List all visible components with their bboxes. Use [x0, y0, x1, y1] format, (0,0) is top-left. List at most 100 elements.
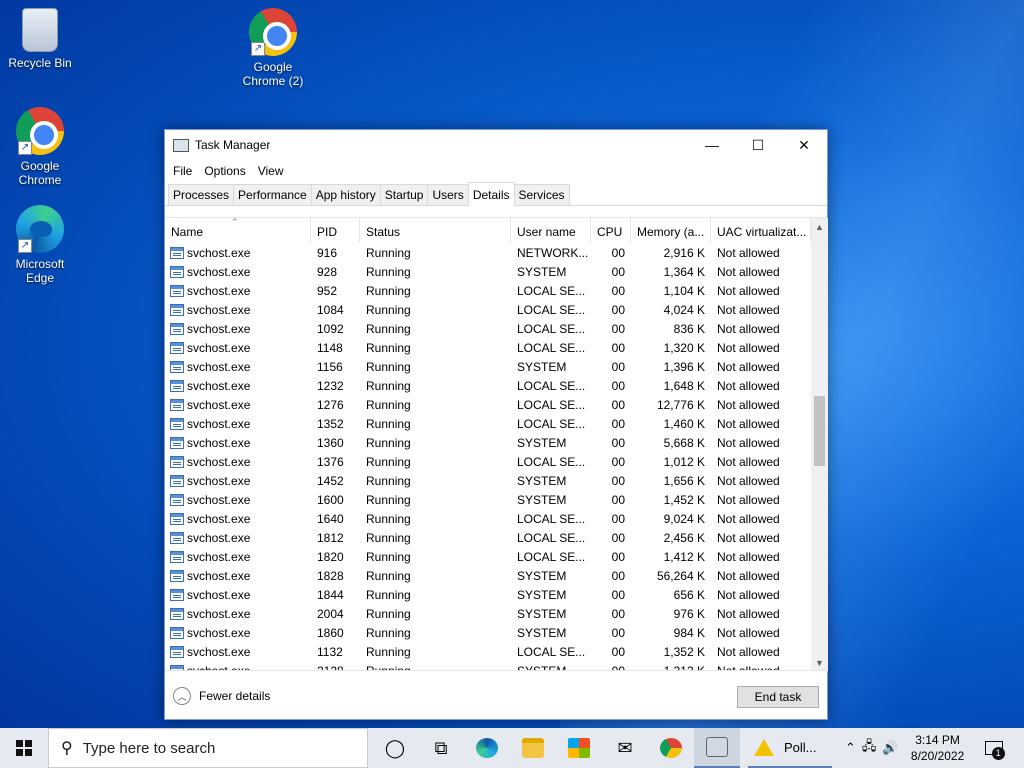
column-header-name[interactable]: ⌃ Name [165, 218, 311, 242]
tab-performance[interactable]: Performance [233, 184, 312, 205]
tab-processes[interactable]: Processes [168, 184, 235, 205]
network-icon[interactable]: 🖧 [859, 737, 880, 759]
desktop-icon-recycle-bin[interactable]: Recycle Bin [2, 8, 78, 70]
table-cell: 1092 [317, 321, 344, 336]
store-icon[interactable] [556, 728, 602, 768]
table-row[interactable]: svchost.exe 1844 Running SYSTEM 00 656 K Not a… [165, 585, 811, 604]
scroll-down-arrow-icon[interactable]: ▼ [811, 654, 828, 671]
table-row[interactable]: svchost.exe 1148 Running LOCAL SE... 00 1,320… [165, 338, 811, 357]
table-cell: Not allowed [717, 378, 780, 393]
end-task-button[interactable]: End task [737, 686, 819, 708]
close-button[interactable]: ✕ [781, 130, 827, 160]
table-cell: 1812 [317, 530, 344, 545]
table-cell: svchost.exe [165, 569, 311, 583]
table-cell: SYSTEM [517, 264, 567, 279]
table-row[interactable]: svchost.exe 952 Running LOCAL SE... 00 1,104 … [165, 281, 811, 300]
table-cell: 1156 [317, 359, 343, 374]
action-center-button[interactable]: 1 [974, 728, 1014, 768]
taskbar-app-poll[interactable]: Poll... [748, 728, 832, 768]
table-cell: 976 K [673, 606, 705, 621]
scroll-up-arrow-icon[interactable]: ▲ [811, 218, 828, 235]
table-cell: 1828 [317, 568, 344, 583]
table-cell: Running [366, 321, 411, 336]
table-cell: Not allowed [717, 492, 780, 507]
table-row[interactable]: svchost.exe 1156 Running SYSTEM 00 1,396 K Not… [165, 357, 811, 376]
table-cell: Running [366, 549, 411, 564]
column-header-memory[interactable]: Memory (a... [631, 218, 711, 242]
table-cell: 00 [611, 359, 625, 374]
table-row[interactable]: svchost.exe 2004 Running SYSTEM 00 976 K Not a… [165, 604, 811, 623]
tab-services[interactable]: Services [513, 184, 570, 205]
cortana-icon[interactable]: ◯ [372, 728, 418, 768]
table-row[interactable]: svchost.exe 1352 Running LOCAL SE... 00 1,460… [165, 414, 811, 433]
chrome-taskbar-icon[interactable] [648, 728, 694, 768]
table-cell: svchost.exe [165, 512, 311, 526]
table-row[interactable]: svchost.exe 1828 Running SYSTEM 00 56,264 K No… [165, 566, 811, 585]
table-cell: 1,352 K [663, 644, 705, 659]
table-row[interactable]: svchost.exe 1084 Running LOCAL SE... 00 4,024… [165, 300, 811, 319]
process-icon [170, 398, 184, 411]
tab-users[interactable]: Users [427, 184, 469, 205]
volume-icon[interactable]: 🔊 [879, 740, 901, 756]
process-icon [170, 512, 184, 525]
table-cell: Running [366, 378, 411, 393]
column-header-cpu[interactable]: CPU [591, 218, 631, 242]
table-row[interactable]: svchost.exe 1376 Running LOCAL SE... 00 1,012… [165, 452, 811, 471]
table-row[interactable]: svchost.exe 1812 Running LOCAL SE... 00 2,456… [165, 528, 811, 547]
table-row[interactable]: svchost.exe 916 Running NETWORK... 00 2,916 K… [165, 243, 811, 262]
scroll-thumb[interactable] [814, 396, 825, 466]
tab-details[interactable]: Details [467, 182, 515, 206]
table-row[interactable]: svchost.exe 1132 Running LOCAL SE... 00 1,352… [165, 642, 811, 661]
column-header-uac[interactable]: UAC virtualizat... [711, 218, 811, 242]
notification-badge: 1 [991, 747, 1005, 760]
vertical-scrollbar[interactable]: ▲ ▼ [811, 218, 828, 671]
start-button[interactable] [0, 728, 48, 768]
table-row[interactable]: svchost.exe 1820 Running LOCAL SE... 00 1,412… [165, 547, 811, 566]
menu-view[interactable]: View [252, 164, 290, 178]
process-icon [170, 417, 184, 430]
menu-file[interactable]: File [167, 164, 198, 178]
table-cell: svchost.exe [165, 455, 311, 469]
desktop-icon-google-chrome-2[interactable]: ↗ Google Chrome (2) [235, 8, 311, 88]
table-cell: 00 [611, 321, 625, 336]
desktop-icon-google-chrome[interactable]: ↗ Google Chrome [2, 107, 78, 187]
task-view-icon[interactable]: ⧉ [418, 728, 464, 768]
table-row[interactable]: svchost.exe 1232 Running LOCAL SE... 00 1,648… [165, 376, 811, 395]
table-row[interactable]: svchost.exe 1860 Running SYSTEM 00 984 K Not a… [165, 623, 811, 642]
taskbar-search-box[interactable]: ⚲ Type here to search [48, 728, 368, 768]
maximize-button[interactable]: ☐ [735, 130, 781, 160]
column-header-status[interactable]: Status [360, 218, 511, 242]
window-footer: ︿ Fewer details End task [165, 670, 827, 720]
title-bar[interactable]: Task Manager — ☐ ✕ [165, 130, 827, 160]
fewer-details-button[interactable]: ︿ Fewer details [173, 687, 270, 705]
menu-options[interactable]: Options [198, 164, 251, 178]
column-header-user-name[interactable]: User name [511, 218, 591, 242]
edge-taskbar-icon[interactable] [464, 728, 510, 768]
table-row[interactable]: svchost.exe 1452 Running SYSTEM 00 1,656 K Not… [165, 471, 811, 490]
table-row[interactable]: svchost.exe 1600 Running SYSTEM 00 1,452 K Not… [165, 490, 811, 509]
tab-app-history[interactable]: App history [310, 184, 381, 205]
column-header-pid[interactable]: PID [311, 218, 360, 242]
table-cell: Not allowed [717, 644, 780, 659]
tab-startup[interactable]: Startup [379, 184, 429, 205]
table-cell: 9,024 K [663, 511, 705, 526]
table-cell: Not allowed [717, 511, 780, 526]
mail-icon[interactable]: ✉ [602, 728, 648, 768]
clock[interactable]: 3:14 PM 8/20/2022 [902, 732, 974, 764]
table-row[interactable]: svchost.exe 928 Running SYSTEM 00 1,364 K Not … [165, 262, 811, 281]
table-cell: LOCAL SE... [517, 416, 586, 431]
file-explorer-icon[interactable] [510, 728, 556, 768]
chevron-up-icon[interactable]: ⌃ [842, 740, 859, 756]
column-headers: ⌃ Name PID Status User name CPU Memory (… [165, 218, 811, 242]
task-manager-taskbar-icon[interactable] [694, 728, 740, 768]
desktop-icon-microsoft-edge[interactable]: ↗ Microsoft Edge [2, 205, 78, 285]
table-cell: 2004 [317, 606, 344, 621]
minimize-button[interactable]: — [689, 130, 735, 160]
table-row[interactable]: svchost.exe 1640 Running LOCAL SE... 00 9,024… [165, 509, 811, 528]
table-row[interactable]: svchost.exe 1092 Running LOCAL SE... 00 836 K… [165, 319, 811, 338]
table-cell: Not allowed [717, 340, 780, 355]
table-row[interactable]: svchost.exe 1276 Running LOCAL SE... 00 12,77… [165, 395, 811, 414]
table-cell: 00 [611, 606, 625, 621]
table-row[interactable]: svchost.exe 1360 Running SYSTEM 00 5,668 K Not… [165, 433, 811, 452]
table-cell: LOCAL SE... [517, 302, 586, 317]
